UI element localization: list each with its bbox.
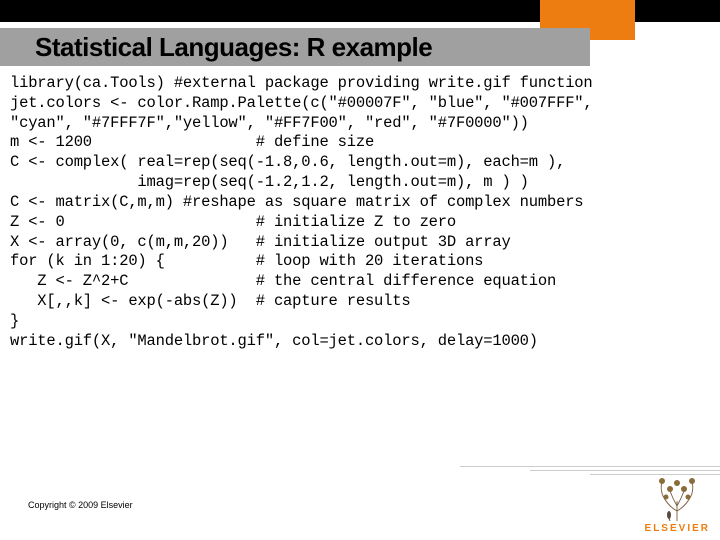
- copyright-footer: Copyright © 2009 Elsevier: [28, 500, 133, 510]
- code-line: imag=rep(seq(-1.2,1.2, length.out=m), m …: [10, 173, 529, 191]
- decorative-lines: [0, 466, 720, 478]
- code-block: library(ca.Tools) #external package prov…: [0, 66, 720, 352]
- code-line: X <- array(0, c(m,m,20)) # initialize ou…: [10, 233, 511, 251]
- code-line: for (k in 1:20) { # loop with 20 iterati…: [10, 252, 483, 270]
- title-bar: Statistical Languages: R example: [0, 28, 590, 66]
- code-line: C <- matrix(C,m,m) #reshape as square ma…: [10, 193, 583, 211]
- code-line: Z <- 0 # initialize Z to zero: [10, 213, 456, 231]
- code-line: C <- complex( real=rep(seq(-1.8,0.6, len…: [10, 153, 565, 171]
- slide-title: Statistical Languages: R example: [0, 32, 432, 63]
- code-line: library(ca.Tools) #external package prov…: [10, 74, 593, 92]
- code-line: m <- 1200 # define size: [10, 133, 374, 151]
- top-black-bar: [0, 0, 720, 22]
- elsevier-logo-text: ELSEVIER: [645, 523, 710, 534]
- code-line: jet.colors <- color.Ramp.Palette(c("#000…: [10, 94, 593, 112]
- elsevier-logo: ELSEVIER: [645, 471, 710, 534]
- code-line: }: [10, 312, 19, 330]
- code-line: write.gif(X, "Mandelbrot.gif", col=jet.c…: [10, 332, 538, 350]
- code-line: "cyan", "#7FFF7F","yellow", "#FF7F00", "…: [10, 114, 529, 132]
- elsevier-tree-icon: [648, 471, 706, 521]
- code-line: X[,,k] <- exp(-abs(Z)) # capture results: [10, 292, 410, 310]
- code-line: Z <- Z^2+C # the central difference equa…: [10, 272, 556, 290]
